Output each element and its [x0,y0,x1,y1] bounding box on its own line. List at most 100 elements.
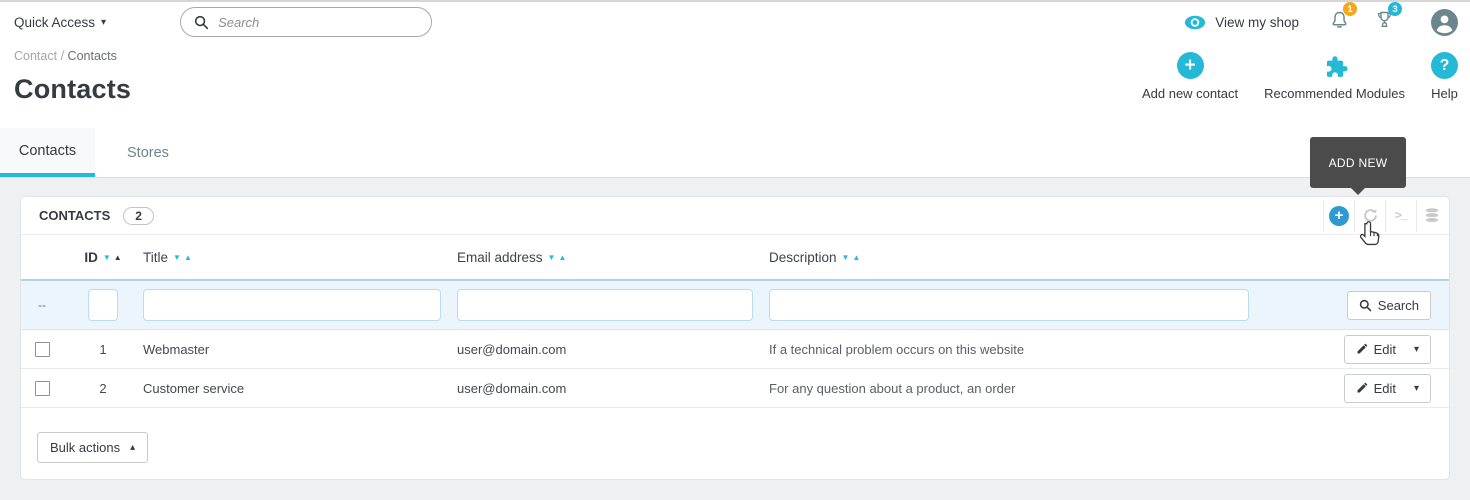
filter-description-input[interactable] [769,289,1249,321]
edit-button[interactable]: Edit ▾ [1343,334,1431,364]
plus-circle-icon: + [1329,205,1349,226]
filter-select-cell: -- [21,298,79,312]
pencil-icon [1357,343,1367,354]
column-header-title: Title ▼ ▲ [143,249,192,265]
filter-title-input[interactable] [143,289,441,321]
refresh-list-button[interactable] [1354,199,1385,232]
top-bar: Quick Access ▾ View my shop 1 [0,0,1470,42]
chevron-down-icon[interactable]: ▾ [1414,344,1419,355]
question-circle-icon: ? [1431,52,1458,79]
row-checkbox[interactable] [34,380,50,396]
user-avatar[interactable] [1431,8,1458,36]
filter-id-input[interactable] [88,289,118,321]
page-title: Contacts [14,74,132,104]
sort-asc-icon[interactable]: ▲ [114,253,122,262]
row-id: 2 [99,380,107,396]
global-search-box[interactable] [180,7,433,37]
column-header-description: Description ▼ ▲ [769,249,861,265]
tab-stores[interactable]: Stores [95,128,201,177]
bulk-actions-label: Bulk actions [50,440,121,455]
row-select-cell [21,380,79,396]
tab-bar: Contacts Stores [0,128,1470,178]
filter-email-input[interactable] [457,289,753,321]
chevron-down-icon[interactable]: ▾ [1414,383,1419,394]
filter-row: -- Search [21,279,1449,330]
search-button-label: Search [1377,297,1419,313]
breadcrumb-current: Contacts [67,49,117,63]
tooltip-arrow [1351,188,1365,195]
column-header-id: ID ▼ ▲ [84,249,122,265]
global-search-input[interactable] [218,14,419,30]
panel-title: CONTACTS [39,208,111,223]
add-new-contact-button[interactable]: + Add new contact [1142,52,1238,101]
edit-button-label: Edit [1373,380,1396,396]
table-row[interactable]: 1 Webmaster user@domain.com If a technic… [21,330,1449,369]
achievement-count-badge: 3 [1388,2,1402,16]
chevron-up-icon: ▴ [130,442,136,453]
achievements-button[interactable]: 3 [1374,2,1402,36]
row-actions-cell: Edit ▾ [1249,334,1449,364]
sort-asc-icon[interactable]: ▲ [852,253,860,262]
sort-asc-icon[interactable]: ▲ [558,253,566,262]
plus-circle-icon: + [1176,52,1204,79]
recommended-modules-label: Recommended Modules [1264,86,1405,101]
filter-description-cell [769,289,1249,321]
row-checkbox[interactable] [34,341,50,357]
filter-dashes: -- [38,298,46,312]
add-new-toolbar-button[interactable]: + [1323,199,1354,232]
header-action-buttons: + Add new contact Recommended Modules ? … [1142,52,1458,101]
pencil-icon [1357,382,1367,393]
sort-asc-icon[interactable]: ▲ [184,253,192,262]
add-new-tooltip: ADD NEW [1310,137,1406,195]
row-email: user@domain.com [457,341,567,357]
row-actions-cell: Edit ▾ [1249,373,1449,403]
add-new-contact-label: Add new contact [1141,86,1239,101]
quick-access-label: Quick Access [14,14,96,30]
puzzle-icon [1326,56,1348,77]
add-new-tooltip-label: ADD NEW [1328,155,1388,170]
sort-desc-icon[interactable]: ▼ [173,253,181,262]
sort-desc-icon[interactable]: ▼ [548,253,556,262]
row-description: For any question about a product, an ord… [769,380,1016,396]
filter-id-cell [79,289,143,321]
view-my-shop-link[interactable]: View my shop [1184,15,1299,30]
table-row[interactable]: 2 Customer service user@domain.com For a… [21,369,1449,408]
show-sql-query-button[interactable]: >_ [1385,199,1416,232]
tab-stores-label: Stores [127,144,169,161]
sort-desc-icon[interactable]: ▼ [842,253,850,262]
terminal-icon: >_ [1394,208,1408,223]
panel-header: CONTACTS 2 + >_ [21,197,1449,235]
search-icon [1359,299,1372,311]
refresh-icon [1363,208,1377,222]
main-content: CONTACTS 2 + >_ ID ▼ ▲ Title ▼ ▲ Email a… [0,178,1470,480]
row-description: If a technical problem occurs on this we… [769,341,1025,357]
contacts-panel: CONTACTS 2 + >_ ID ▼ ▲ Title ▼ ▲ Email a… [20,196,1450,480]
view-my-shop-label: View my shop [1215,14,1299,30]
row-select-cell [21,341,79,357]
notifications-button[interactable]: 1 [1329,2,1357,36]
eye-icon [1185,15,1206,29]
help-button[interactable]: ? Help [1431,52,1458,101]
row-title: Customer service [143,380,245,396]
tab-contacts-label: Contacts [18,142,77,159]
edit-button[interactable]: Edit ▾ [1343,373,1431,403]
panel-footer: Bulk actions ▴ [21,408,1449,479]
export-sql-manager-button[interactable] [1416,199,1447,232]
sort-desc-icon[interactable]: ▼ [103,253,111,262]
search-button[interactable]: Search [1346,290,1431,320]
quick-access-dropdown[interactable]: Quick Access ▾ [14,15,106,30]
row-email: user@domain.com [457,380,567,396]
bulk-actions-button[interactable]: Bulk actions ▴ [37,432,149,463]
breadcrumb-separator: / [60,49,65,63]
help-label: Help [1431,86,1458,101]
column-header-email: Email address ▼ ▲ [457,249,567,265]
page-header: Contact / Contacts Contacts + Add new co… [0,42,1470,128]
panel-toolbar: + >_ [1323,199,1447,232]
database-icon [1424,207,1440,224]
tab-contacts[interactable]: Contacts [0,128,95,177]
search-icon [194,15,209,29]
breadcrumb-parent[interactable]: Contact [14,49,57,63]
breadcrumb: Contact / Contacts [14,49,117,63]
recommended-modules-button[interactable]: Recommended Modules [1264,52,1405,101]
filter-title-cell [143,289,457,321]
